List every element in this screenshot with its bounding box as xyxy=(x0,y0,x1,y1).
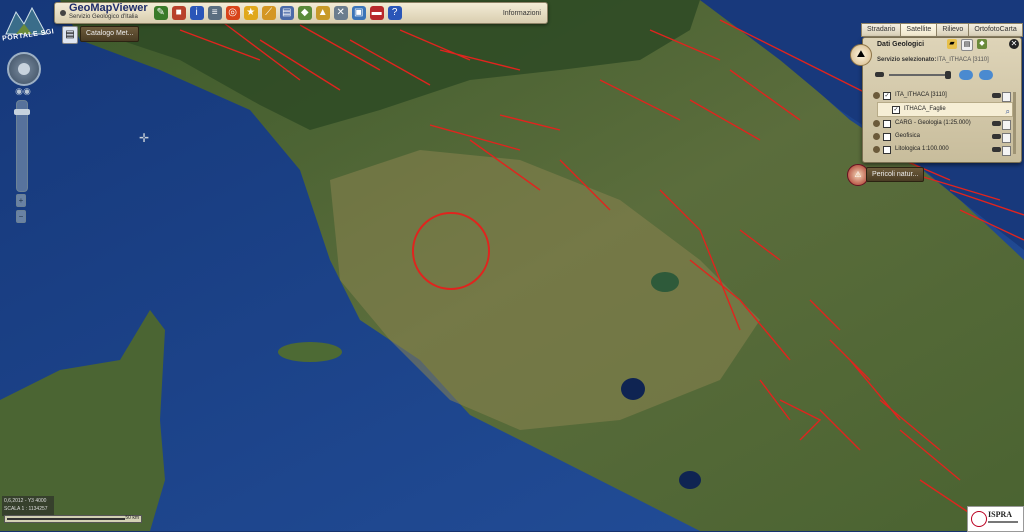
info-icon[interactable]: i xyxy=(189,6,204,20)
zoom-slider[interactable] xyxy=(14,100,30,192)
zoom-slider-knob[interactable] xyxy=(14,109,30,115)
layer-label: Geofisica xyxy=(895,133,921,139)
app-title-text: GeoMapViewer xyxy=(69,2,148,14)
info-button[interactable]: Informazioni xyxy=(503,10,541,17)
layer-toggle-icon[interactable] xyxy=(992,147,1001,152)
tab-rilievo[interactable]: Rilievo xyxy=(936,23,970,37)
pan-center-icon[interactable] xyxy=(18,63,30,75)
cloud-icon[interactable] xyxy=(959,70,973,80)
layer-row[interactable]: ✓ ITA_ITHACA [3110] xyxy=(873,89,1013,102)
layer-document-icon[interactable] xyxy=(1002,92,1011,102)
draw-icon[interactable]: ✎ xyxy=(153,6,168,20)
layer-checkbox[interactable] xyxy=(883,120,891,128)
zoom-glasses-icon[interactable]: ◉◉ xyxy=(13,86,33,98)
panel-title: Dati Geologici xyxy=(877,41,925,48)
expand-icon[interactable] xyxy=(873,146,880,153)
monitor-icon[interactable]: ▣ xyxy=(351,6,366,20)
layer-label: ITHACA_Faglie xyxy=(904,106,946,112)
zoom-out-icon[interactable]: − xyxy=(16,210,26,223)
layers-icon[interactable]: ◆ xyxy=(977,39,987,49)
zoom-in-icon[interactable]: + xyxy=(16,194,26,207)
zoom-buttons: + − xyxy=(16,194,26,223)
ispra-logo-subline xyxy=(988,521,1018,523)
opacity-slider[interactable] xyxy=(875,70,1015,80)
measure-icon[interactable]: ⟋ xyxy=(261,6,276,20)
layer-toggle-icon[interactable] xyxy=(992,121,1001,126)
layer-list: ✓ ITA_ITHACA [3110] ✓ ITHACA_Faglie ⌕ CARG - … xyxy=(873,89,1013,156)
expand-icon[interactable] xyxy=(873,92,880,99)
map-icon[interactable]: ◆ xyxy=(297,6,312,20)
lake-bracciano xyxy=(679,471,701,489)
document-icon[interactable]: ▤ xyxy=(961,39,973,51)
tab-satellite[interactable]: Satellite xyxy=(900,23,938,37)
toolbar-tools: ✎ ■ i ≡ ◎ ★ ⟋ ▤ ◆ ▲ ✕ ▣ ▬? xyxy=(153,6,402,20)
scale-bar-segment xyxy=(7,518,125,520)
tab-ortofotocarta[interactable]: OrtofotoCarta xyxy=(968,23,1023,37)
layer-document-icon[interactable] xyxy=(1002,133,1011,143)
layer-toggle-icon[interactable] xyxy=(992,134,1001,139)
crosshair-icon: ✛ xyxy=(139,131,150,145)
catalog-button[interactable]: Catalogo Met... xyxy=(80,26,140,42)
ispra-logo-text: ISPRA xyxy=(988,510,1013,519)
layer-row[interactable]: ✓ ITHACA_Faglie ⌕ xyxy=(877,102,1013,117)
app-subtitle: Servizio Geologico d'Italia xyxy=(69,14,138,20)
coords-line2: SCALA 1 : 1134257 xyxy=(4,506,48,512)
list-icon[interactable]: ≡ xyxy=(207,6,222,20)
toolbar-handle-icon[interactable] xyxy=(60,10,66,16)
hazards-button[interactable]: Pericoli natur... xyxy=(866,167,925,182)
opacity-knob[interactable] xyxy=(945,71,951,79)
layer-toggle-icon[interactable] xyxy=(992,93,1001,98)
layer-label: ITA_ITHACA [3110] xyxy=(895,92,947,98)
ispra-emblem-icon xyxy=(971,511,987,527)
star-icon[interactable]: ★ xyxy=(243,6,258,20)
scale-bar-label: 50 km xyxy=(125,515,139,521)
coordinates-readout: 0,6,2012 - Y3 4000 SCALA 1 : 1134257 xyxy=(2,496,54,516)
layer-row[interactable]: Geofisica xyxy=(873,130,1013,143)
main-toolbar: GeoMapViewer Servizio Geologico d'Italia… xyxy=(54,2,548,24)
cloud-alt-icon[interactable] xyxy=(979,70,993,80)
coords-line1: 0,6,2012 - Y3 4000 xyxy=(4,498,47,504)
service-label: Servizio selezionato: xyxy=(877,57,937,63)
layer-document-icon[interactable] xyxy=(1002,146,1011,156)
target-icon[interactable]: ◎ xyxy=(225,6,240,20)
opacity-track[interactable] xyxy=(889,74,949,76)
layer-checkbox[interactable]: ✓ xyxy=(883,92,891,100)
app-title: GeoMapViewer Servizio Geologico d'Italia xyxy=(69,2,148,22)
folder-icon[interactable]: ▰ xyxy=(947,39,957,49)
layer-row[interactable]: CARG - Geologia (1:25.000) xyxy=(873,117,1013,130)
panel-tools: ▰ ▤ ◆ xyxy=(947,39,987,51)
lake-trasimeno xyxy=(651,272,679,292)
layers-cube-icon[interactable]: ■ xyxy=(171,6,186,20)
scale-bar: 50 km xyxy=(4,515,142,523)
layer-document-icon[interactable] xyxy=(1002,120,1011,130)
expand-icon[interactable] xyxy=(873,133,880,140)
pan-control[interactable] xyxy=(7,52,41,86)
layer-checkbox[interactable] xyxy=(883,133,891,141)
opacity-min-icon xyxy=(875,72,884,77)
service-value: ITA_ITHACA [3110] xyxy=(937,57,989,63)
geology-panel-icon[interactable]: ⛰ xyxy=(850,44,872,66)
layer-row[interactable]: Litologica 1:100.000 xyxy=(873,143,1013,156)
layer-scrollbar[interactable] xyxy=(1013,92,1016,154)
base-map-tabs: Stradario Satellite Rilievo OrtofotoCarta xyxy=(861,23,1023,37)
help-icon[interactable]: ? xyxy=(387,6,402,20)
tab-stradario[interactable]: Stradario xyxy=(861,23,902,37)
layer-checkbox[interactable] xyxy=(883,146,891,154)
ispra-logo: ISPRA xyxy=(967,506,1024,532)
layer-label: CARG - Geologia (1:25.000) xyxy=(895,120,971,126)
elba-island xyxy=(278,342,342,362)
layer-label: Litologica 1:100.000 xyxy=(895,146,949,152)
flag-icon[interactable]: ▬ xyxy=(369,6,384,20)
layer-checkbox[interactable]: ✓ xyxy=(892,106,900,114)
tools-icon[interactable]: ✕ xyxy=(333,6,348,20)
print-doc-icon[interactable]: ▤ xyxy=(279,6,294,20)
expand-icon[interactable] xyxy=(873,120,880,127)
close-icon[interactable]: ✕ xyxy=(1009,39,1019,49)
lake-bolsena xyxy=(621,378,645,400)
catalog-icon[interactable]: ▤ xyxy=(62,26,78,44)
geology-data-panel: Dati Geologici ▰ ▤ ◆ ✕ Servizio selezion… xyxy=(862,37,1022,163)
pin-icon[interactable]: ▲ xyxy=(315,6,330,20)
